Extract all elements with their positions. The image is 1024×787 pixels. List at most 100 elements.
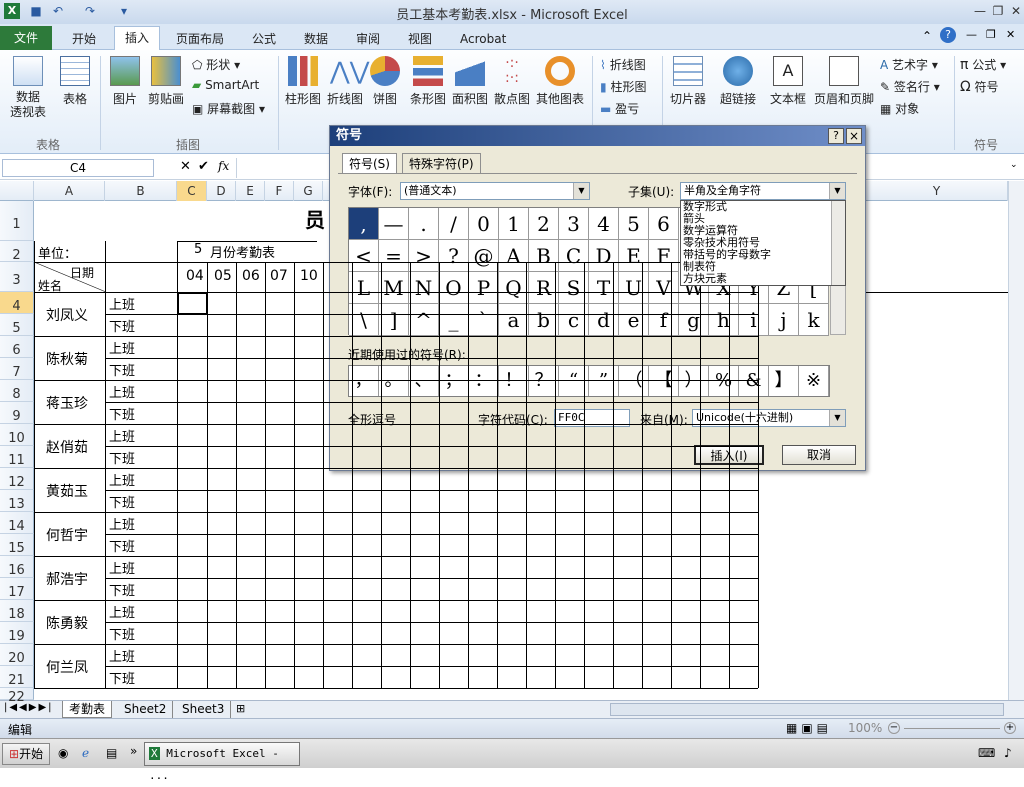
tab-home[interactable]: 开始 xyxy=(62,28,106,50)
recent-symbol-cell[interactable]: ； xyxy=(439,366,469,396)
recent-symbol-cell[interactable]: 】 xyxy=(769,366,799,396)
smartart-button[interactable]: ▰ SmartArt xyxy=(192,78,259,92)
symbol-cell[interactable]: ] xyxy=(379,304,409,336)
symbol-cell[interactable]: D xyxy=(589,240,619,272)
clipart-button[interactable]: 剪贴画 xyxy=(146,56,186,107)
recent-symbol-cell[interactable]: ※ xyxy=(799,366,829,396)
symbol-cell[interactable]: e xyxy=(619,304,649,336)
symbol-button[interactable]: Ω 符号 xyxy=(960,78,999,95)
explorer-icon[interactable]: ▤ xyxy=(106,746,117,760)
symbol-cell[interactable]: 2 xyxy=(529,208,559,240)
column-chart-button[interactable]: 柱形图 xyxy=(283,56,323,107)
sparkline-line-button[interactable]: ⌇ 折线图 xyxy=(600,56,646,73)
recent-symbol-cell[interactable]: ！ xyxy=(499,366,529,396)
help-icon[interactable]: ? xyxy=(940,27,956,43)
vertical-scrollbar[interactable] xyxy=(1008,181,1024,700)
recent-symbol-cell[interactable]: 。 xyxy=(379,366,409,396)
recent-symbol-cell[interactable]: ” xyxy=(589,366,619,396)
column-header-b[interactable]: B xyxy=(105,181,177,201)
keyboard-icon[interactable]: ⌨ xyxy=(978,746,995,760)
name-box[interactable]: C4 xyxy=(2,159,154,177)
row-header-14[interactable]: 14 xyxy=(0,512,34,534)
symbol-cell[interactable]: k xyxy=(799,304,829,336)
column-header-d[interactable]: D xyxy=(207,181,236,201)
symbol-cell[interactable]: ^ xyxy=(409,304,439,336)
column-header-g[interactable]: G xyxy=(294,181,323,201)
wordart-button[interactable]: A 艺术字 ▾ xyxy=(880,56,938,73)
subset-dropdown-list[interactable]: 数字形式 箭头 数学运算符 零杂技术用符号 带括号的字母数字 制表符 方块元素 xyxy=(680,200,846,286)
symbol-cell[interactable]: L xyxy=(349,272,379,304)
row-header-20[interactable]: 20 xyxy=(0,644,34,666)
symbol-cell[interactable]: \ xyxy=(349,304,379,336)
equation-button[interactable]: π 公式 ▾ xyxy=(960,56,1006,73)
sparkline-column-button[interactable]: ▮ 柱形图 xyxy=(600,78,646,95)
row-header-8[interactable]: 8 xyxy=(0,380,34,402)
view-buttons-icon[interactable]: ▦▣▤ xyxy=(786,721,832,735)
row-header-4[interactable]: 4 xyxy=(0,292,34,314)
recent-symbol-cell[interactable]: 【 xyxy=(649,366,679,396)
signature-line-button[interactable]: ✎ 签名行 ▾ xyxy=(880,78,940,95)
row-header-13[interactable]: 13 xyxy=(0,490,34,512)
symbol-cell[interactable]: ` xyxy=(469,304,499,336)
symbol-cell[interactable]: P xyxy=(469,272,499,304)
symbol-cell[interactable]: , xyxy=(349,208,379,240)
zoom-slider[interactable] xyxy=(904,728,1000,729)
ribbon-collapse-icon[interactable]: ⌃ xyxy=(922,29,932,43)
confirm-entry-icon[interactable]: ✔ xyxy=(198,159,209,174)
cancel-button[interactable]: 取消 xyxy=(782,445,856,465)
sheet-tab-kaoqin[interactable]: 考勤表 xyxy=(62,701,113,718)
area-chart-button[interactable]: 面积图 xyxy=(450,56,490,107)
row-header-21[interactable]: 21 xyxy=(0,666,34,688)
picture-button[interactable]: 图片 xyxy=(108,56,142,107)
sparkline-winloss-button[interactable]: ▬ 盈亏 xyxy=(600,100,639,117)
column-header-f[interactable]: F xyxy=(265,181,294,201)
row-header-12[interactable]: 12 xyxy=(0,468,34,490)
symbol-cell[interactable]: > xyxy=(409,240,439,272)
column-header-c[interactable]: C xyxy=(177,181,207,201)
insert-function-icon[interactable]: fx xyxy=(218,159,229,173)
slicer-button[interactable]: 切片器 xyxy=(668,56,708,107)
sheet-tab-sheet3[interactable]: Sheet3 xyxy=(176,701,232,718)
other-charts-button[interactable]: 其他图表 xyxy=(534,56,586,107)
symbol-cell[interactable]: O xyxy=(439,272,469,304)
tab-view[interactable]: 视图 xyxy=(398,28,442,50)
horizontal-scrollbar[interactable] xyxy=(610,703,1004,716)
minimize-icon[interactable]: — xyxy=(970,2,990,20)
recent-symbol-cell[interactable]: ， xyxy=(349,366,379,396)
subset-select[interactable]: 半角及全角字符 ▼ xyxy=(680,182,846,200)
zoom-in-icon[interactable]: + xyxy=(1004,722,1016,734)
object-button[interactable]: ▦ 对象 xyxy=(880,100,919,117)
hyperlink-button[interactable]: 超链接 xyxy=(716,56,760,107)
tab-file[interactable]: 文件 xyxy=(0,26,53,50)
row-header-6[interactable]: 6 xyxy=(0,336,34,358)
symbol-cell[interactable]: g xyxy=(679,304,709,336)
table-button[interactable]: 表格 xyxy=(58,56,92,107)
recent-symbol-cell[interactable]: 、 xyxy=(409,366,439,396)
symbol-cell[interactable]: d xyxy=(589,304,619,336)
header-footer-button[interactable]: 页眉和页脚 xyxy=(812,56,876,107)
scatter-chart-button[interactable]: ·:·:·: 散点图 xyxy=(492,56,532,107)
start-button[interactable]: ⊞开始 xyxy=(2,743,51,765)
row-header-18[interactable]: 18 xyxy=(0,600,34,622)
symbol-cell[interactable]: N xyxy=(409,272,439,304)
symbol-cell[interactable]: @ xyxy=(469,240,499,272)
doc-close-icon[interactable]: ✕ xyxy=(1006,28,1015,41)
subset-scrollbar[interactable] xyxy=(831,201,845,285)
row-header-10[interactable]: 10 xyxy=(0,424,34,446)
row-header-19[interactable]: 19 xyxy=(0,622,34,644)
row-header-16[interactable]: 16 xyxy=(0,556,34,578)
expand-formula-icon[interactable]: ⌄ xyxy=(1010,160,1018,170)
zoom-level[interactable]: 100% xyxy=(848,721,882,735)
dialog-close-icon[interactable]: × xyxy=(846,128,862,144)
recent-symbol-cell[interactable]: ： xyxy=(469,366,499,396)
dialog-help-icon[interactable]: ? xyxy=(828,128,844,144)
tab-symbols[interactable]: 符号(S) xyxy=(342,153,397,173)
recent-symbol-cell[interactable]: & xyxy=(739,366,769,396)
restore-icon[interactable]: ❐ xyxy=(988,2,1008,20)
ie-icon[interactable]: ℯ xyxy=(82,746,89,760)
pivot-table-button[interactable]: 数据 透视表 xyxy=(6,56,50,120)
symbol-cell[interactable]: _ xyxy=(439,304,469,336)
symbol-cell[interactable]: 1 xyxy=(499,208,529,240)
recent-symbol-cell[interactable]: ） xyxy=(679,366,709,396)
symbol-cell[interactable]: ? xyxy=(439,240,469,272)
